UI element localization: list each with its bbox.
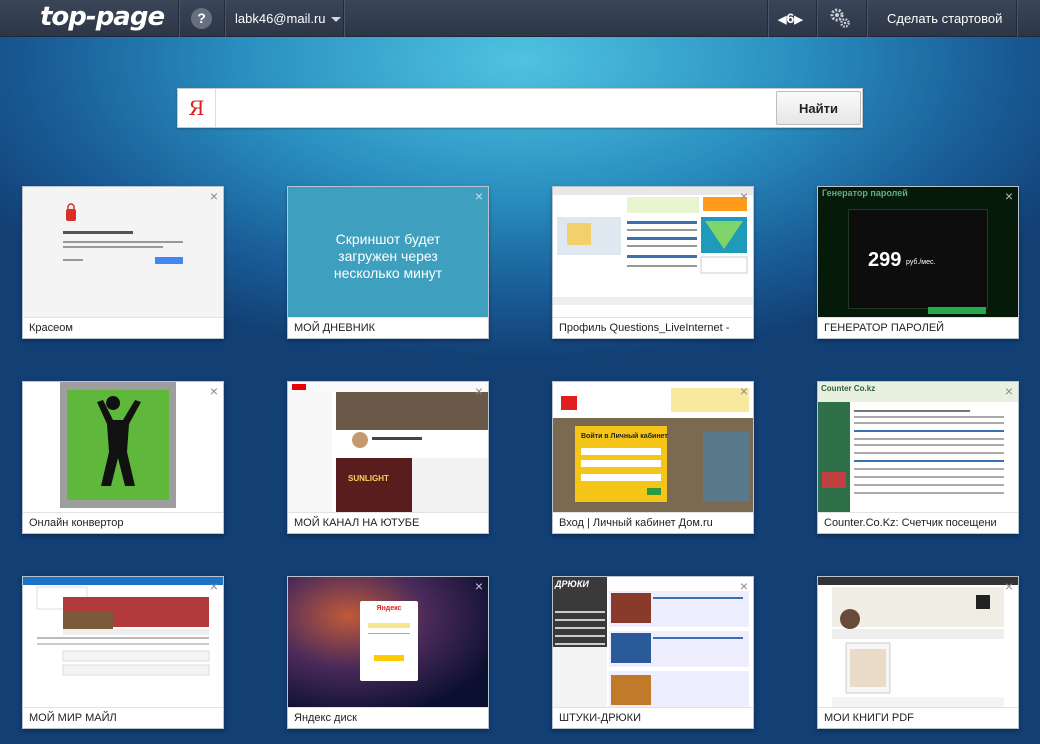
tile-label: Counter.Co.Kz: Счетчик посещени [818, 512, 1018, 533]
divider [1016, 0, 1017, 37]
thumb-button [928, 307, 986, 314]
connection-not-private-screenshot [63, 203, 183, 264]
site-logo[interactable]: top-page [40, 2, 165, 32]
domru-screenshot [553, 382, 753, 512]
divider [343, 0, 344, 37]
tile-label: МОЙ ДНЕВНИК [288, 317, 488, 338]
tile-label: МОЙ МИР МАЙЛ [23, 707, 223, 728]
speed-dial-tile[interactable]: SUNLIGHT × МОЙ КАНАЛ НА ЮТУБЕ [287, 381, 489, 534]
login-button [374, 655, 404, 661]
tile-thumbnail [23, 577, 223, 707]
tile-label: Яндекс диск [288, 707, 488, 728]
chevron-down-icon [330, 17, 341, 23]
search-button[interactable]: Найти [776, 91, 861, 125]
tile-thumbnail [23, 187, 223, 317]
thumb-caption: SUNLIGHT [348, 474, 389, 483]
login-card [360, 601, 418, 681]
speed-dial-tile[interactable]: Войти в Личный кабинет × Вход | Личный к… [552, 381, 754, 534]
mailru-world-screenshot [23, 577, 223, 676]
divider [816, 0, 817, 37]
speed-dial-tile[interactable]: ДРЮКИ × ШТУКИ-ДРЮКИ [552, 576, 754, 729]
close-icon[interactable]: × [740, 189, 748, 203]
thumb-caption: Яндекс [376, 605, 402, 612]
silhouette-image [60, 382, 176, 508]
gear-icon[interactable] [829, 7, 851, 29]
speed-dial-tile[interactable]: Скриншот будет загружен через несколько … [287, 186, 489, 339]
tile-thumbnail [818, 577, 1018, 707]
set-homepage-link[interactable]: Сделать стартовой [887, 11, 1002, 26]
youtube-screenshot [288, 382, 488, 512]
tile-thumbnail: ДРЮКИ [553, 577, 753, 707]
thumb-title: Генератор паролей [822, 188, 908, 198]
arrow-right-icon[interactable]: ▶ [794, 14, 802, 26]
tile-label: Профиль Questions_LiveInternet - [553, 317, 753, 338]
tile-thumbnail: Яндекс [288, 577, 488, 707]
thumb-price: 299 [868, 249, 902, 271]
shtuki-druki-screenshot [553, 577, 753, 707]
pdf-books-screenshot [818, 577, 1018, 707]
thumb-unit: руб./мес. [906, 259, 936, 266]
thumb-caption: Войти в Личный кабинет [581, 433, 668, 440]
search-input[interactable] [218, 91, 808, 125]
close-icon[interactable]: × [1005, 579, 1013, 593]
close-icon[interactable]: × [475, 189, 483, 203]
tile-label: ГЕНЕРАТОР ПАРОЛЕЙ [818, 317, 1018, 338]
tile-thumbnail: Войти в Личный кабинет [553, 382, 753, 512]
divider [866, 0, 867, 37]
grid-size-selector[interactable]: ◀6▶ [778, 10, 803, 26]
tile-label: Красеом [23, 317, 223, 338]
counter-screenshot [818, 382, 1018, 512]
search-bar: Я Найти [177, 88, 863, 128]
divider [767, 0, 768, 37]
tile-thumbnail: Counter Co.kz [818, 382, 1018, 512]
thumb-caption: ДРЮКИ [555, 579, 589, 589]
help-icon[interactable]: ? [191, 8, 212, 29]
speed-dial-tile[interactable]: Яндекс × Яндекс диск [287, 576, 489, 729]
tile-label: Вход | Личный кабинет Дом.ru [553, 512, 753, 533]
yandex-logo: Я [178, 89, 216, 127]
speed-dial-tile[interactable]: Генератор паролей 299 руб./мес. × ГЕНЕРА… [817, 186, 1019, 339]
tile-thumbnail [23, 382, 223, 512]
close-icon[interactable]: × [1005, 384, 1013, 398]
divider [178, 0, 179, 37]
close-icon[interactable]: × [210, 384, 218, 398]
speed-dial-tile[interactable]: × МОИ КНИГИ PDF [817, 576, 1019, 729]
speed-dial-tile[interactable]: Counter Co.kz × Counter.Co.Kz: Счетчик п… [817, 381, 1019, 534]
close-icon[interactable]: × [740, 384, 748, 398]
top-bar: top-page ? labk46@mail.ru ◀6▶ Сделать ст… [0, 0, 1040, 37]
login-line [368, 633, 410, 634]
close-icon[interactable]: × [210, 579, 218, 593]
tile-label: МОЙ КАНАЛ НА ЮТУБЕ [288, 512, 488, 533]
tile-thumbnail: Генератор паролей 299 руб./мес. [818, 187, 1018, 317]
speed-dial-tile[interactable]: × Онлайн конвертор [22, 381, 224, 534]
speed-dial-tile[interactable]: × Профиль Questions_LiveInternet - [552, 186, 754, 339]
close-icon[interactable]: × [740, 579, 748, 593]
account-email: labk46@mail.ru [235, 11, 326, 26]
tile-thumbnail: SUNLIGHT [288, 382, 488, 512]
divider [224, 0, 225, 37]
tile-thumbnail [553, 187, 753, 317]
tile-label: Онлайн конвертор [23, 512, 223, 533]
tile-label: МОИ КНИГИ PDF [818, 707, 1018, 728]
account-menu[interactable]: labk46@mail.ru [235, 11, 341, 26]
speed-dial-tile[interactable]: × Красеом [22, 186, 224, 339]
close-icon[interactable]: × [475, 579, 483, 593]
login-field [368, 623, 410, 628]
close-icon[interactable]: × [1005, 189, 1013, 203]
close-icon[interactable]: × [210, 189, 218, 203]
tile-placeholder: Скриншот будет загружен через несколько … [288, 187, 488, 317]
speed-dial-tile[interactable]: × МОЙ МИР МАЙЛ [22, 576, 224, 729]
tile-label: ШТУКИ-ДРЮКИ [553, 707, 753, 728]
liveinternet-screenshot [553, 187, 753, 305]
close-icon[interactable]: × [475, 384, 483, 398]
thumb-title: Counter Co.kz [821, 384, 876, 393]
